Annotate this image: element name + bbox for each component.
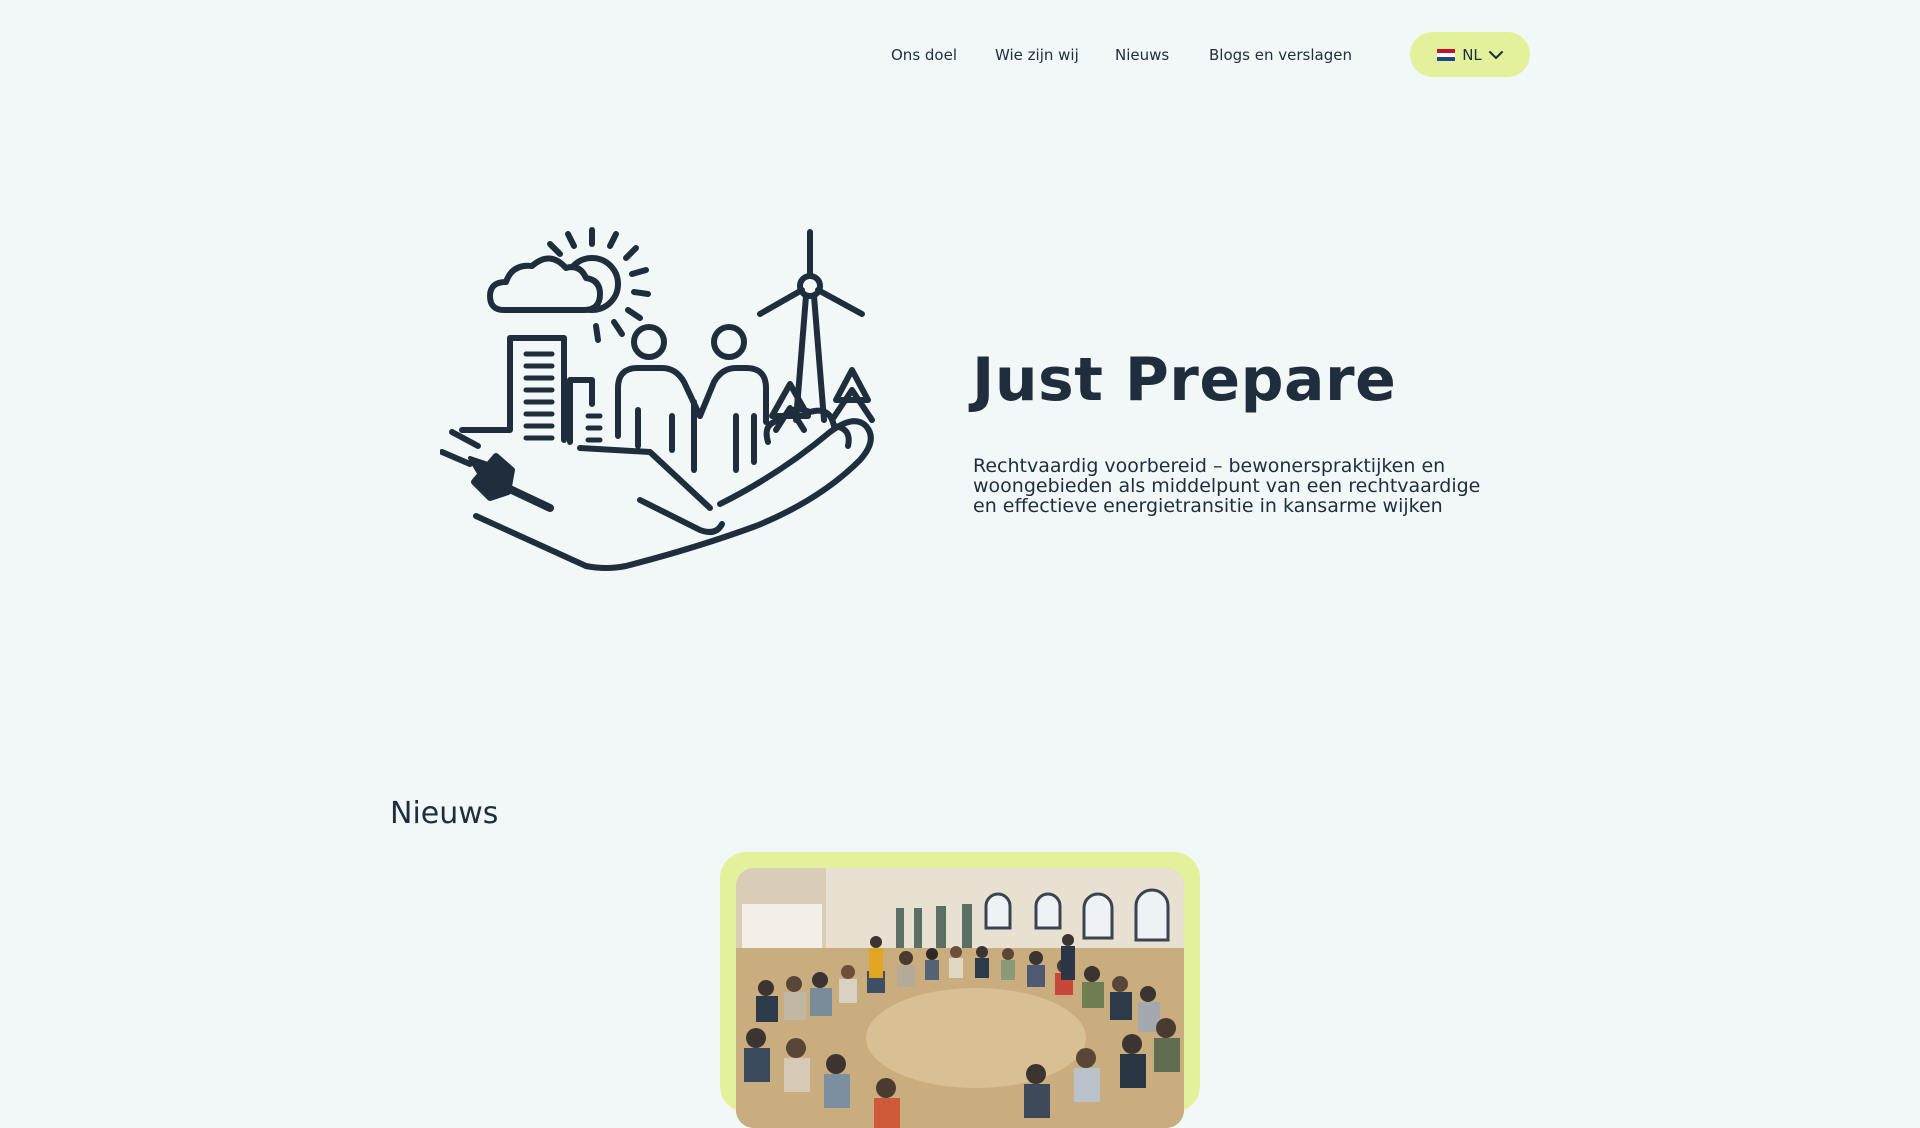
nav-link-wie-zijn-wij[interactable]: Wie zijn wij: [995, 44, 1079, 66]
top-navigation: Ons doel Wie zijn wij Nieuws Blogs en ve…: [0, 0, 1920, 110]
nav-link-ons-doel[interactable]: Ons doel: [891, 44, 957, 66]
hero-subtitle: Rechtvaardig voorbereid – bewonersprakti…: [973, 455, 1481, 517]
group-meeting-photo-drawing: [736, 868, 1184, 1128]
nav-link-blogs-en-verslagen[interactable]: Blogs en verslagen: [1209, 44, 1352, 66]
netherlands-flag-icon: [1437, 48, 1456, 61]
news-heading: Nieuws: [390, 796, 499, 831]
hand-holding-city-people-windmill-sun-plug-icon: [440, 227, 875, 571]
nav-link-nieuws[interactable]: Nieuws: [1115, 44, 1169, 66]
news-card[interactable]: [720, 852, 1200, 1128]
language-label: NL: [1462, 45, 1482, 64]
hero-title: Just Prepare: [972, 345, 1397, 415]
chevron-down-icon: [1488, 50, 1503, 59]
language-selector-button[interactable]: NL: [1410, 32, 1530, 77]
group-meeting-photo: [736, 868, 1184, 1128]
